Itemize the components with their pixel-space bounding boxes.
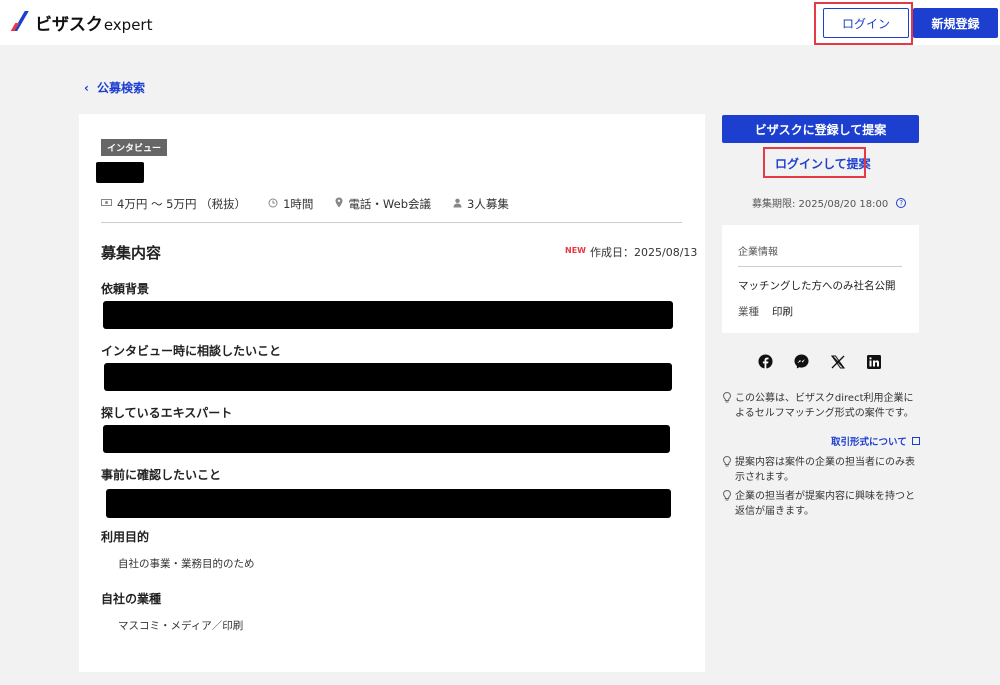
note-text: 企業の担当者が提案内容に興味を持つと返信が届きます。: [735, 491, 915, 517]
company-info-heading: 企業情報: [738, 243, 902, 267]
logo-text-en: expert: [103, 16, 153, 34]
help-icon[interactable]: ?: [896, 197, 907, 208]
headcount-text: 3人募集: [467, 197, 509, 211]
share-icons: [757, 353, 901, 370]
login-and-propose-link[interactable]: ログインして提案: [775, 155, 871, 172]
meta-duration: 1時間: [268, 196, 313, 212]
field-label-consult: インタビュー時に相談したいこと: [101, 344, 282, 358]
linkedin-icon[interactable]: [865, 353, 882, 370]
field-value-industry: マスコミ・メディア／印刷: [118, 620, 244, 632]
trade-link-label: 取引形式について: [831, 437, 907, 448]
register-and-propose-button[interactable]: ビザスクに登録して提案: [722, 115, 919, 143]
note-reply: 企業の担当者が提案内容に興味を持つと返信が届きます。: [722, 489, 923, 519]
back-to-search-link[interactable]: ‹ 公募検索: [84, 79, 145, 96]
job-meta: 4万円 〜 5万円 （税抜） 1時間 電話・Web会議 3人募集: [101, 196, 531, 212]
login-button[interactable]: ログイン: [823, 8, 909, 38]
header: ビザスク expert ログイン 新規登録: [0, 0, 1000, 45]
fee-text: 4万円 〜 5万円 （税抜）: [117, 197, 247, 211]
industry-label: 業種: [738, 306, 759, 318]
company-info-card: 企業情報 マッチングした方へのみ社名公開 業種 印刷: [722, 225, 919, 333]
field-label-industry: 自社の業種: [101, 592, 162, 606]
field-label-background: 依頼背景: [101, 282, 150, 296]
meta-headcount: 3人募集: [453, 196, 509, 212]
company-public-note: マッチングした方へのみ社名公開: [738, 280, 896, 292]
location-pin-icon: [335, 197, 343, 211]
redacted-expert: [103, 425, 670, 453]
meta-fee: 4万円 〜 5万円 （税抜）: [101, 196, 246, 212]
redacted-precheck: [106, 489, 671, 518]
logo-text-ja: ビザスク: [35, 15, 103, 35]
note-text: 提案内容は案件の企業の担当者にのみ表示されます。: [735, 457, 915, 483]
lightbulb-icon: [722, 489, 735, 519]
redacted-title: [96, 162, 144, 183]
industry-value: 印刷: [772, 306, 793, 318]
person-icon: [453, 198, 462, 211]
note-self-matching: この公募は、ビザスクdirect利用企業によるセルフマッチング形式の案件です。: [722, 391, 923, 421]
back-link-label: 公募検索: [96, 81, 145, 95]
divider: [101, 222, 682, 223]
redacted-consult: [104, 363, 672, 391]
messenger-icon[interactable]: [793, 353, 810, 370]
deadline: 募集期限: 2025/08/20 18:00 ?: [752, 195, 907, 210]
field-label-purpose: 利用目的: [101, 530, 150, 544]
created-date: 作成日：2025/08/13: [590, 246, 698, 259]
note-text: この公募は、ビザスクdirect利用企業によるセルフマッチング形式の案件です。: [735, 393, 914, 419]
new-badge: NEW: [565, 246, 586, 255]
bizasq-expert-logo[interactable]: ビザスク expert: [12, 10, 152, 35]
method-text: 電話・Web会議: [348, 197, 432, 211]
lightbulb-icon: [722, 391, 735, 421]
x-icon[interactable]: [829, 353, 846, 370]
lightbulb-icon: [722, 455, 735, 485]
section-title: 募集内容: [101, 244, 162, 262]
field-label-expert: 探しているエキスパート: [101, 406, 233, 420]
duration-text: 1時間: [283, 197, 314, 211]
redacted-background: [103, 301, 673, 329]
note-visibility: 提案内容は案件の企業の担当者にのみ表示されます。: [722, 455, 923, 485]
external-link-icon: [911, 437, 920, 445]
field-value-purpose: 自社の事業・業務目的のため: [118, 558, 255, 570]
chevron-left-icon: ‹: [84, 80, 89, 95]
deadline-text: 募集期限: 2025/08/20 18:00: [752, 199, 889, 210]
money-icon: [101, 198, 112, 210]
meta-method: 電話・Web会議: [335, 196, 431, 212]
trade-format-link[interactable]: 取引形式について: [831, 434, 920, 448]
clock-icon: [268, 198, 278, 211]
facebook-icon[interactable]: [757, 353, 774, 370]
logo-mark-icon: [12, 10, 32, 30]
interview-tag: インタビュー: [101, 139, 168, 156]
field-label-precheck: 事前に確認したいこと: [101, 468, 222, 482]
job-detail-card: インタビュー 4万円 〜 5万円 （税抜） 1時間 電話・Web会議 3人募集: [79, 114, 705, 672]
signup-button[interactable]: 新規登録: [913, 8, 998, 38]
